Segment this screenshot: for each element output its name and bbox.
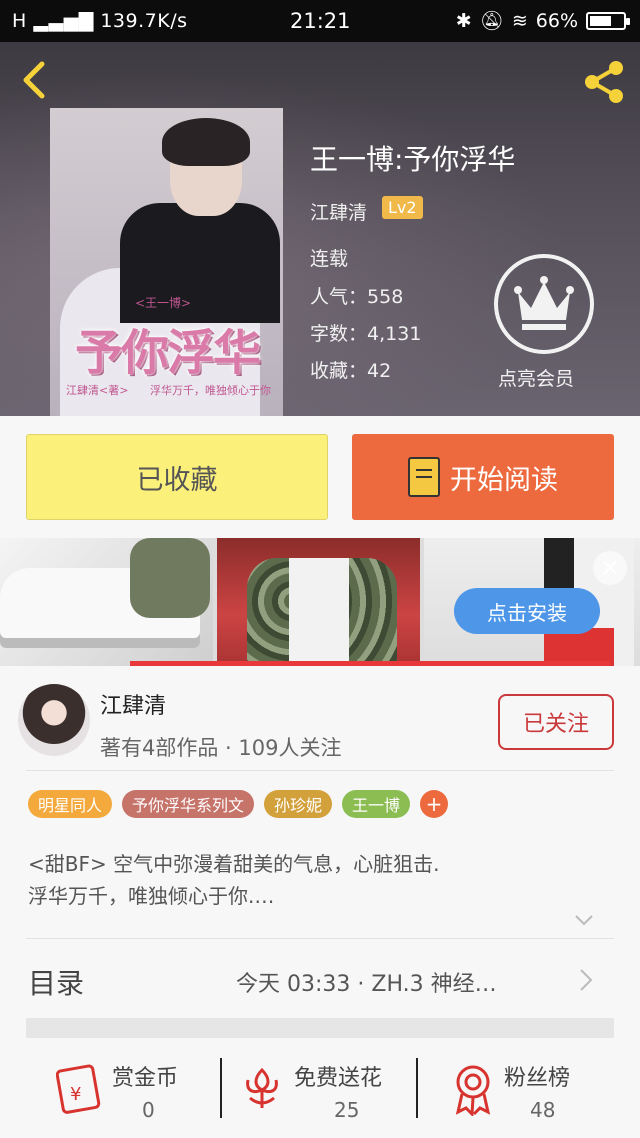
action-bar: 已收藏 开始阅读 <box>0 416 640 538</box>
medal-icon <box>455 1065 491 1116</box>
author-meta: 著有4部作品 · 109人关注 <box>100 736 342 760</box>
start-reading-button[interactable]: 开始阅读 <box>352 434 614 520</box>
add-tag-button[interactable]: + <box>420 790 449 818</box>
share-icon[interactable] <box>580 58 628 106</box>
tag-item[interactable]: 王一博 <box>342 790 411 818</box>
stat-value: 25 <box>334 1098 360 1122</box>
bluetooth-icon: ✱ <box>455 9 472 32</box>
wifi-icon: ≋ <box>511 9 528 32</box>
author-level-badge: Lv2 <box>382 196 423 219</box>
reward-coins[interactable]: ¥ 赏金币 0 <box>56 1038 206 1138</box>
tag-list: 明星同人 予你浮华系列文 孙珍妮 王一博 + <box>28 790 449 818</box>
network-type: H <box>12 10 27 32</box>
follow-button[interactable]: 已关注 <box>498 694 614 750</box>
red-envelope-icon: ¥ <box>56 1064 101 1114</box>
tag-item[interactable]: 明星同人 <box>28 790 113 818</box>
latest-chapter[interactable]: 今天 03:33 · ZH.3 神经… <box>236 966 497 998</box>
battery-level <box>590 15 612 26</box>
battery-percent: 66% <box>535 9 578 32</box>
free-flowers[interactable]: 免费送花 25 <box>240 1038 410 1138</box>
mute-icon: 🔕︎ <box>479 10 504 32</box>
chevron-down-icon[interactable] <box>574 914 594 926</box>
ad-banner[interactable]: × 点击安装 <box>0 538 640 666</box>
vip-label[interactable]: 点亮会员 <box>498 364 574 391</box>
start-reading-label: 开始阅读 <box>450 464 558 496</box>
stat-label: 粉丝榜 <box>504 1066 571 1091</box>
divider <box>26 770 614 771</box>
book-status: 连载 <box>310 248 349 270</box>
stat-value: 48 <box>530 1098 556 1122</box>
crown-icon <box>514 276 574 330</box>
book-favorites: 收藏：42 <box>310 360 392 382</box>
net-speed: 139.7K/s <box>100 10 188 32</box>
divider <box>26 938 614 939</box>
favorited-button[interactable]: 已收藏 <box>26 434 328 520</box>
book-popularity: 人气：558 <box>310 286 404 308</box>
bottom-stats-bar: ¥ 赏金币 0 免费送花 25 粉丝榜 48 <box>0 1038 640 1138</box>
signal-bars-icon: ▂▃▅▇ <box>33 10 94 32</box>
ad-close-icon[interactable]: × <box>593 551 627 585</box>
book-description[interactable]: <甜BF> 空气中弥漫着甜美的气息，心脏狙击. 浮华万千，唯独倾心于你.… <box>28 848 608 912</box>
signal-indicator: H ▂▃▅▇ 139.7K/s <box>12 10 188 32</box>
book-header: <王一博> 予你浮华 江肆清<著> 浮华万千，唯独倾心于你 王一博:予你浮华 江… <box>0 42 640 416</box>
stat-label: 赏金币 <box>112 1066 179 1091</box>
ad-install-button[interactable]: 点击安装 <box>454 588 600 634</box>
cover-author: 江肆清<著> <box>66 384 129 397</box>
fan-ranking[interactable]: 粉丝榜 48 <box>452 1038 602 1138</box>
stat-value: 0 <box>142 1098 155 1122</box>
tag-item[interactable]: 孙珍妮 <box>264 790 333 818</box>
avatar[interactable] <box>18 684 90 756</box>
book-title: 王一博:予你浮华 <box>310 143 516 176</box>
cover-tagline: 浮华万千，唯独倾心于你 <box>150 384 271 397</box>
battery-icon <box>586 11 630 30</box>
cover-title: 予你浮华 <box>74 325 261 381</box>
cover-subtitle: <王一博> <box>135 296 192 310</box>
flower-icon <box>246 1067 278 1108</box>
divider <box>220 1058 222 1118</box>
book-cover[interactable]: <王一博> 予你浮华 江肆清<著> 浮华万千，唯独倾心于你 <box>50 108 283 416</box>
book-word-count: 字数：4,131 <box>310 323 422 345</box>
svg-text:¥: ¥ <box>70 1084 81 1105</box>
vip-crown-button[interactable] <box>494 254 594 354</box>
status-bar: H ▂▃▅▇ 139.7K/s 21:21 ✱ 🔕︎ ≋ 66% <box>0 0 640 42</box>
book-author[interactable]: 江肆清 <box>310 198 367 225</box>
chevron-right-icon[interactable] <box>578 968 594 992</box>
author-name[interactable]: 江肆清 <box>100 688 166 720</box>
stat-label: 免费送花 <box>294 1066 383 1091</box>
book-icon <box>408 457 440 497</box>
clock: 21:21 <box>290 9 351 33</box>
section-spacer <box>26 1018 614 1038</box>
author-section: 江肆清 著有4部作品 · 109人关注 已关注 明星同人 予你浮华系列文 孙珍妮… <box>0 666 640 1038</box>
status-icons: ✱ 🔕︎ ≋ 66% <box>455 9 630 32</box>
toc-label[interactable]: 目录 <box>28 962 84 1002</box>
back-arrow-icon[interactable] <box>16 60 56 100</box>
tag-item[interactable]: 予你浮华系列文 <box>122 790 255 818</box>
divider <box>416 1058 418 1118</box>
